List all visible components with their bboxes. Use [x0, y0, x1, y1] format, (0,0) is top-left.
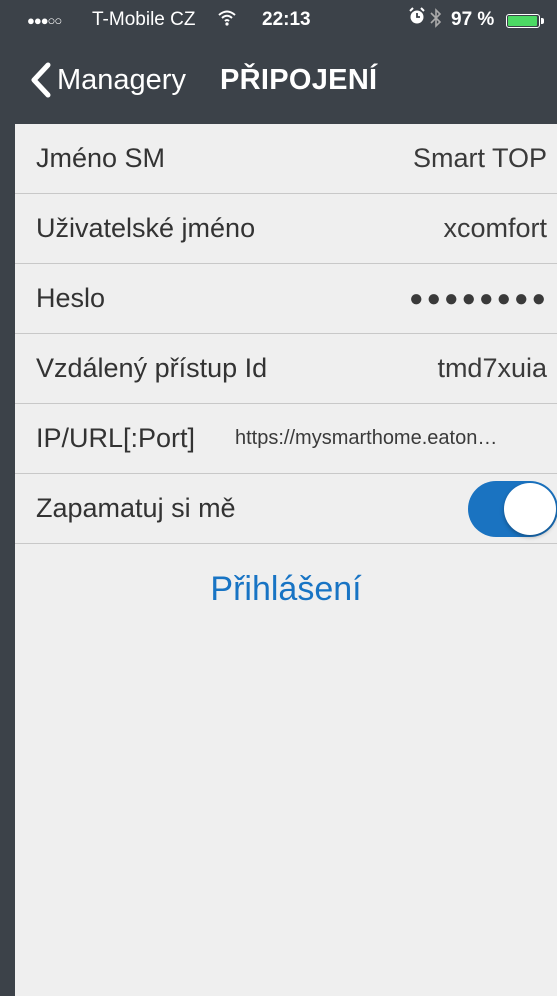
battery-percent: 97 %: [451, 9, 495, 30]
row-label: Jméno SM: [36, 143, 166, 173]
navigation-bar: Managery PŘIPOJENÍ: [15, 40, 557, 124]
clock: 22:13: [262, 9, 311, 30]
row-label: Uživatelské jméno: [36, 213, 256, 243]
row-label: Vzdálený přístup Id: [36, 353, 268, 383]
row-sm-name[interactable]: Jméno SM Smart TOP: [15, 124, 557, 194]
ip-url-field[interactable]: https://mysmarthome.eaton…: [235, 427, 497, 450]
battery-fill: [508, 16, 538, 26]
app-screen: ●●●○○ T-Mobile CZ 22:13 97 % Managery PŘ…: [15, 0, 557, 996]
row-label: Heslo: [36, 283, 106, 313]
remote-access-id-value[interactable]: tmd7xuia: [437, 353, 547, 384]
bluetooth-icon: [429, 8, 443, 34]
sm-name-value[interactable]: Smart TOP: [413, 143, 547, 174]
wifi-icon: [217, 8, 237, 34]
signal-strength: ●●●○○: [27, 13, 62, 28]
chevron-left-icon: [31, 62, 51, 98]
status-bar: ●●●○○ T-Mobile CZ 22:13 97 %: [15, 0, 557, 40]
alarm-icon: [409, 7, 425, 31]
login-button[interactable]: Přihlášení: [15, 570, 557, 609]
page-title: PŘIPOJENÍ: [220, 64, 378, 96]
row-remote-access-id[interactable]: Vzdálený přístup Id tmd7xuia: [15, 334, 557, 404]
row-label: IP/URL[:Port]: [36, 423, 196, 453]
row-password[interactable]: Heslo ●●●●●●●●: [15, 264, 557, 334]
row-label: Zapamatuj si mě: [36, 493, 236, 523]
connection-form: Jméno SM Smart TOP Uživatelské jméno xco…: [15, 124, 557, 544]
password-field[interactable]: ●●●●●●●●: [409, 285, 549, 313]
row-username[interactable]: Uživatelské jméno xcomfort: [15, 194, 557, 264]
battery-icon: [506, 14, 544, 28]
back-label: Managery: [57, 63, 186, 96]
carrier-name: T-Mobile CZ: [92, 9, 196, 30]
row-remember-me: Zapamatuj si mě: [15, 474, 557, 544]
row-ip-url[interactable]: IP/URL[:Port] https://mysmarthome.eaton…: [15, 404, 557, 474]
remember-me-toggle[interactable]: [468, 481, 557, 537]
back-button[interactable]: Managery: [27, 58, 186, 102]
toggle-knob: [504, 483, 556, 535]
username-value[interactable]: xcomfort: [443, 213, 547, 244]
